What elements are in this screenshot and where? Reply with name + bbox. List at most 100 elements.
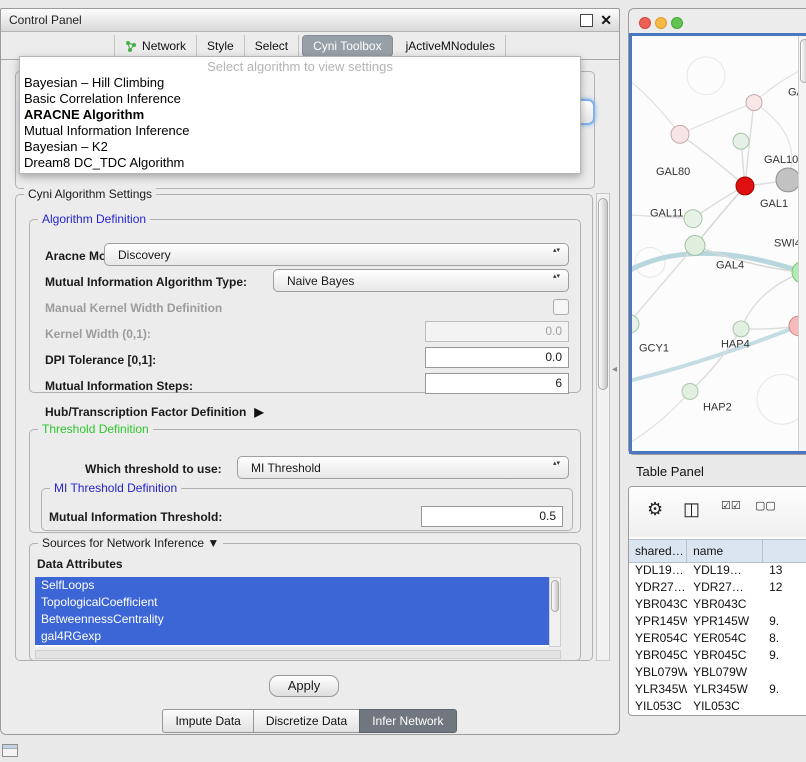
network-graph[interactable]: GAL80GAL10GAL11GAL1SWI4GAL4GCY1HAP4HAP2G… — [632, 36, 806, 451]
table-cell: YLR345W — [687, 681, 763, 698]
kernel-width-field[interactable]: 0.0 — [425, 321, 569, 342]
popup-header: Select algorithm to view settings — [20, 59, 580, 75]
sources-title: Sources for Network Inference — [42, 536, 204, 550]
control-panel-titlebar[interactable]: Control Panel ✕ — [1, 9, 619, 32]
unchecked-boxes-icon[interactable]: ▢▢ — [755, 499, 776, 512]
expand-down-icon: ▼ — [207, 536, 219, 550]
table-row[interactable]: YDR27…YDR27…12 — [629, 579, 806, 596]
table-cell: YPR145W — [687, 613, 763, 630]
table-cell: YPR145W — [629, 613, 687, 630]
svg-text:GAL11: GAL11 — [650, 208, 683, 220]
table-panel-window: ⚙◫☑☑▢▢ shared…name YDL19…YDL19…13YDR27…Y… — [628, 486, 806, 716]
float-window-icon[interactable] — [580, 14, 593, 27]
attributes-hscrollbar[interactable] — [35, 650, 561, 659]
table-cell: YDR27… — [629, 579, 687, 596]
settings-scrollbar[interactable] — [596, 193, 610, 661]
panel-collapse-handle[interactable]: ◂ — [612, 364, 617, 375]
table-row[interactable]: YER054CYER054C8. — [629, 630, 806, 647]
tab-style[interactable]: Style — [197, 35, 245, 57]
manual-kernel-checkbox[interactable] — [553, 299, 569, 315]
algorithm-option[interactable]: ARACNE Algorithm — [20, 107, 580, 123]
table-cell: 9. — [763, 681, 806, 698]
tab-jactivemnodules[interactable]: jActiveMNodules — [396, 35, 506, 57]
scrollbar-thumb[interactable] — [598, 198, 608, 390]
close-icon[interactable]: ✕ — [600, 12, 612, 29]
table-row[interactable]: YBL079WYBL079W — [629, 664, 806, 681]
mi-type-label: Mutual Information Algorithm Type: — [45, 275, 247, 289]
data-attributes-list[interactable]: SelfLoopsTopologicalCoefficientBetweenne… — [35, 577, 549, 647]
mi-threshold-field[interactable]: 0.5 — [421, 506, 563, 527]
algorithm-option[interactable]: Basic Correlation Inference — [20, 91, 580, 107]
column-header[interactable]: name — [687, 540, 763, 562]
gear-icon[interactable]: ⚙ — [647, 499, 663, 520]
table-cell — [763, 596, 806, 613]
scrollbar-thumb[interactable] — [551, 580, 559, 612]
control-panel-window: Control Panel ✕ Network Style SelectCyni T… — [0, 8, 620, 735]
algorithm-option[interactable]: Dream8 DC_TDC Algorithm — [20, 155, 580, 171]
hub-definition-label: Hub/Transcription Factor Definition — [45, 405, 246, 419]
table-cell: YER054C — [687, 630, 763, 647]
columns-icon[interactable]: ◫ — [683, 499, 700, 520]
combo-arrows-icon: ▴▾ — [553, 247, 560, 255]
group-title: Cyni Algorithm Settings — [24, 187, 156, 201]
table-row[interactable]: YBR043CYBR043C — [629, 596, 806, 613]
svg-text:GAL80: GAL80 — [656, 166, 690, 178]
attribute-item[interactable]: BetweennessCentrality — [35, 611, 549, 628]
column-header[interactable] — [763, 540, 806, 562]
mi-algorithm-type-select[interactable]: Naive Bayes ▴▾ — [273, 269, 569, 292]
svg-text:GAL10: GAL10 — [764, 154, 798, 166]
network-canvas[interactable]: GAL80GAL10GAL11GAL1SWI4GAL4GCY1HAP4HAP2G… — [629, 33, 806, 454]
bottom-tab-discretize-data[interactable]: Discretize Data — [253, 709, 360, 733]
svg-text:GAL4: GAL4 — [716, 259, 744, 271]
hub-definition-toggle[interactable]: Hub/Transcription Factor Definition▶ — [45, 405, 264, 419]
network-scrollbar[interactable] — [798, 36, 806, 451]
mi-steps-field[interactable]: 6 — [425, 373, 569, 394]
table-body[interactable]: YDL19…YDL19…13YDR27…YDR27…12YBR043CYBR04… — [629, 562, 806, 715]
close-button[interactable] — [639, 17, 651, 29]
table-row[interactable]: YPR145WYPR145W9. — [629, 613, 806, 630]
bottom-tab-impute-data[interactable]: Impute Data — [162, 709, 253, 733]
attributes-scrollbar[interactable] — [549, 577, 561, 647]
table-cell: 9. — [763, 647, 806, 664]
group-title: Algorithm Definition — [38, 212, 150, 226]
scrollbar-thumb[interactable] — [800, 39, 806, 83]
table-cell: YBL079W — [629, 664, 687, 681]
bottom-tab-infer-network[interactable]: Infer Network — [359, 709, 456, 733]
table-row[interactable]: YIL053CYIL053C — [629, 698, 806, 715]
table-toolbar: ⚙ ◫ ☑☑ ▢▢ — [629, 487, 806, 537]
algorithm-option[interactable]: Bayesian – K2 — [20, 139, 580, 155]
svg-text:GAL1: GAL1 — [760, 198, 788, 210]
table-header: shared…name — [629, 539, 806, 563]
which-threshold-select[interactable]: MI Threshold ▴▾ — [237, 456, 569, 479]
dpi-tolerance-label: DPI Tolerance [0,1]: — [45, 353, 156, 367]
table-cell: YBR043C — [629, 596, 687, 613]
table-cell: YBR045C — [687, 647, 763, 664]
attribute-item[interactable]: gal4RGexp — [35, 628, 549, 645]
tab-network[interactable]: Network — [114, 35, 197, 57]
minimized-panel-icon[interactable] — [2, 744, 18, 757]
apply-button[interactable]: Apply — [269, 675, 339, 697]
sources-toggle[interactable]: Sources for Network Inference ▼ — [38, 536, 223, 550]
algorithm-option[interactable]: Mutual Information Inference — [20, 123, 580, 139]
tab-select[interactable]: Select — [245, 35, 299, 57]
dpi-tolerance-field[interactable]: 0.0 — [425, 347, 569, 368]
table-row[interactable]: YLR345WYLR345W9. — [629, 681, 806, 698]
svg-text:HAP4: HAP4 — [721, 339, 750, 351]
minimize-button[interactable] — [655, 17, 667, 29]
table-cell: YDL19… — [687, 562, 763, 579]
tab-label: Style — [207, 39, 234, 53]
table-row[interactable]: YDL19…YDL19…13 — [629, 562, 806, 579]
table-row[interactable]: YBR045CYBR045C9. — [629, 647, 806, 664]
attribute-item[interactable]: SelfLoops — [35, 577, 549, 594]
table-cell: YBR043C — [687, 596, 763, 613]
table-cell: YIL053C — [629, 698, 687, 715]
attribute-item[interactable]: TopologicalCoefficient — [35, 594, 549, 611]
tab-label: Network — [142, 39, 186, 53]
zoom-button[interactable] — [671, 17, 683, 29]
kernel-width-label: Kernel Width (0,1): — [45, 327, 151, 341]
tab-cyni-toolbox[interactable]: Cyni Toolbox — [302, 35, 392, 57]
algorithm-option[interactable]: Bayesian – Hill Climbing — [20, 75, 580, 91]
aracne-mode-select[interactable]: Discovery ▴▾ — [104, 243, 569, 266]
column-header[interactable]: shared… — [629, 540, 687, 562]
checked-boxes-icon[interactable]: ☑☑ — [721, 499, 741, 512]
